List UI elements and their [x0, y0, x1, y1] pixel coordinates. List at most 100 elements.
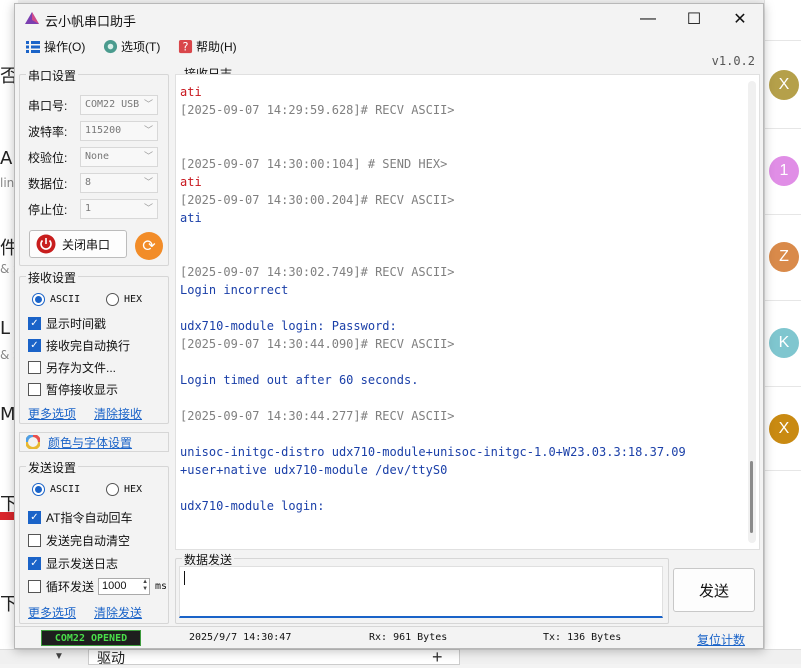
power-icon [36, 234, 56, 254]
avatar[interactable]: X [769, 70, 799, 100]
status-rx: Rx: 961 Bytes [369, 632, 448, 643]
field-label: 校验位: [28, 150, 68, 165]
maximize-button[interactable]: ☐ [671, 4, 717, 34]
parity-select[interactable]: None ﹀ [80, 147, 158, 167]
menu-label: 操作(O) [44, 40, 86, 54]
checkbox-label: AT指令自动回车 [46, 511, 133, 525]
refresh-icon[interactable]: ⟳ [135, 232, 163, 260]
show-timestamp-checkbox[interactable]: ✓ 显示时间戳 [28, 315, 106, 332]
auto-newline-checkbox[interactable]: ✓ 接收完自动换行 [28, 337, 130, 354]
scroll-thumb[interactable] [750, 461, 753, 533]
spinner-arrows-icon[interactable]: ▲ ▼ [142, 579, 148, 593]
log-lines: ati [2025-09-07 14:29:59.628]# RECV ASCII… [180, 83, 740, 515]
plus-icon[interactable]: + [432, 647, 443, 668]
loop-interval-input[interactable]: 1000 ▲ ▼ [98, 578, 151, 595]
check-icon: ✓ [28, 511, 41, 524]
menu-bar: 操作(O) 选项(T) ? 帮助(H) [15, 34, 763, 58]
close-port-label: 关闭串口 [62, 237, 111, 252]
bg-fragment: A [0, 148, 13, 169]
radio-indicator [106, 293, 119, 306]
checkbox-box [28, 580, 41, 593]
loop-send-checkbox[interactable]: 循环发送 1000 ▲ ▼ ms [28, 578, 167, 595]
menu-options[interactable]: 选项(T) [102, 38, 160, 55]
send-more-options-link[interactable]: 更多选项 [28, 604, 76, 621]
avatar[interactable]: X [769, 414, 799, 444]
send-button[interactable]: 发送 [673, 568, 755, 612]
pause-display-checkbox[interactable]: 暂停接收显示 [28, 381, 118, 398]
radio-label: HEX [124, 294, 143, 305]
baud-select[interactable]: 115200 ﹀ [80, 121, 158, 141]
radio-indicator [106, 483, 119, 496]
receive-log-area[interactable]: ati [2025-09-07 14:29:59.628]# RECV ASCII… [175, 74, 760, 550]
log-line: Login timed out after 60 seconds. [180, 373, 419, 387]
checkbox-label: 发送完自动清空 [46, 534, 131, 548]
clear-receive-link[interactable]: 清除接收 [94, 405, 142, 422]
stopbits-select[interactable]: 1 ﹀ [80, 199, 158, 219]
avatar[interactable]: Z [769, 242, 799, 272]
close-port-button[interactable]: 关闭串口 [29, 230, 127, 258]
show-send-log-checkbox[interactable]: ✓ 显示发送日志 [28, 555, 118, 572]
receive-hex-radio[interactable]: HEX [106, 293, 142, 306]
log-line: [2025-09-07 14:30:00:104] # SEND HEX> [180, 157, 448, 171]
auto-clear-checkbox[interactable]: 发送完自动清空 [28, 532, 130, 549]
port-status-badge: COM22 OPENED [41, 630, 141, 646]
port-select[interactable]: COM22 USB ﹀ [80, 95, 158, 115]
send-data-input[interactable] [179, 566, 663, 618]
loop-interval-value: 1000 [102, 580, 127, 592]
status-bar: COM22 OPENED 2025/9/7 14:30:47 Rx: 961 B… [15, 626, 763, 648]
status-datetime: 2025/9/7 14:30:47 [189, 632, 292, 643]
help-icon: ? [177, 39, 193, 55]
background-driver-field[interactable]: 驱动 [88, 649, 460, 666]
send-hex-radio[interactable]: HEX [106, 483, 142, 496]
chevron-down-icon: ﹀ [143, 178, 153, 188]
check-icon: ✓ [28, 557, 41, 570]
checkbox-label: 暂停接收显示 [46, 383, 119, 397]
receive-settings-group: 接收设置 ASCII HEX ✓ 显示时间戳 ✓ 接收完自动换行 另存为文件... … [19, 269, 169, 424]
serial-assistant-window: 云小帆串口助手 — ☐ ✕ 操作(O) 选项(T) ? 帮助(H) v1.0.2… [14, 3, 764, 649]
title-bar: 云小帆串口助手 — ☐ ✕ [15, 4, 763, 34]
menu-help[interactable]: ? 帮助(H) [177, 38, 237, 55]
group-title: 串口设置 [26, 67, 79, 84]
log-line: +user+native udx710-module /dev/ttyS0 [180, 463, 448, 477]
avatar[interactable]: 1 [769, 156, 799, 186]
databits-select[interactable]: 8 ﹀ [80, 173, 158, 193]
send-ascii-radio[interactable]: ASCII [32, 483, 80, 496]
log-line: [2025-09-07 14:30:02.749]# RECV ASCII> [180, 265, 455, 279]
baud-value: 115200 [85, 125, 122, 136]
log-line: udx710-module login: Password: [180, 319, 397, 333]
group-title: 接收设置 [26, 269, 79, 286]
parity-value: None [85, 151, 110, 162]
log-scrollbar[interactable] [747, 81, 757, 543]
version-label: v1.0.2 [711, 54, 755, 68]
grid-icon [25, 39, 41, 55]
dropdown-arrow-icon[interactable]: ▼ [54, 651, 64, 662]
stopbits-value: 1 [85, 203, 92, 214]
reset-count-link[interactable]: 复位计数 [697, 631, 745, 648]
radio-label: ASCII [50, 294, 81, 305]
avatar[interactable]: K [769, 328, 799, 358]
save-to-file-checkbox[interactable]: 另存为文件... [28, 359, 116, 376]
status-tx: Tx: 136 Bytes [543, 632, 622, 643]
background-bottom-bar: ▼ 驱动 + [0, 647, 801, 667]
minimize-button[interactable]: — [625, 4, 671, 34]
at-auto-cr-checkbox[interactable]: ✓ AT指令自动回车 [28, 509, 132, 526]
parity-field: 校验位: None ﹀ [28, 147, 158, 167]
color-font-settings[interactable]: 颜色与字体设置 [19, 432, 169, 452]
checkbox-label: 显示发送日志 [46, 557, 119, 571]
chevron-down-icon: ﹀ [143, 204, 153, 214]
databits-field: 数据位: 8 ﹀ [28, 173, 158, 193]
close-window-button[interactable]: ✕ [717, 4, 763, 34]
log-line: unisoc-initgc-distro udx710-module+uniso… [180, 445, 686, 459]
menu-operate[interactable]: 操作(O) [25, 38, 85, 55]
field-label: 停止位: [28, 202, 68, 217]
receive-more-options-link[interactable]: 更多选项 [28, 405, 76, 422]
clear-send-link[interactable]: 清除发送 [94, 604, 142, 621]
receive-ascii-radio[interactable]: ASCII [32, 293, 80, 306]
app-logo-icon [25, 12, 39, 24]
check-icon: ✓ [28, 339, 41, 352]
